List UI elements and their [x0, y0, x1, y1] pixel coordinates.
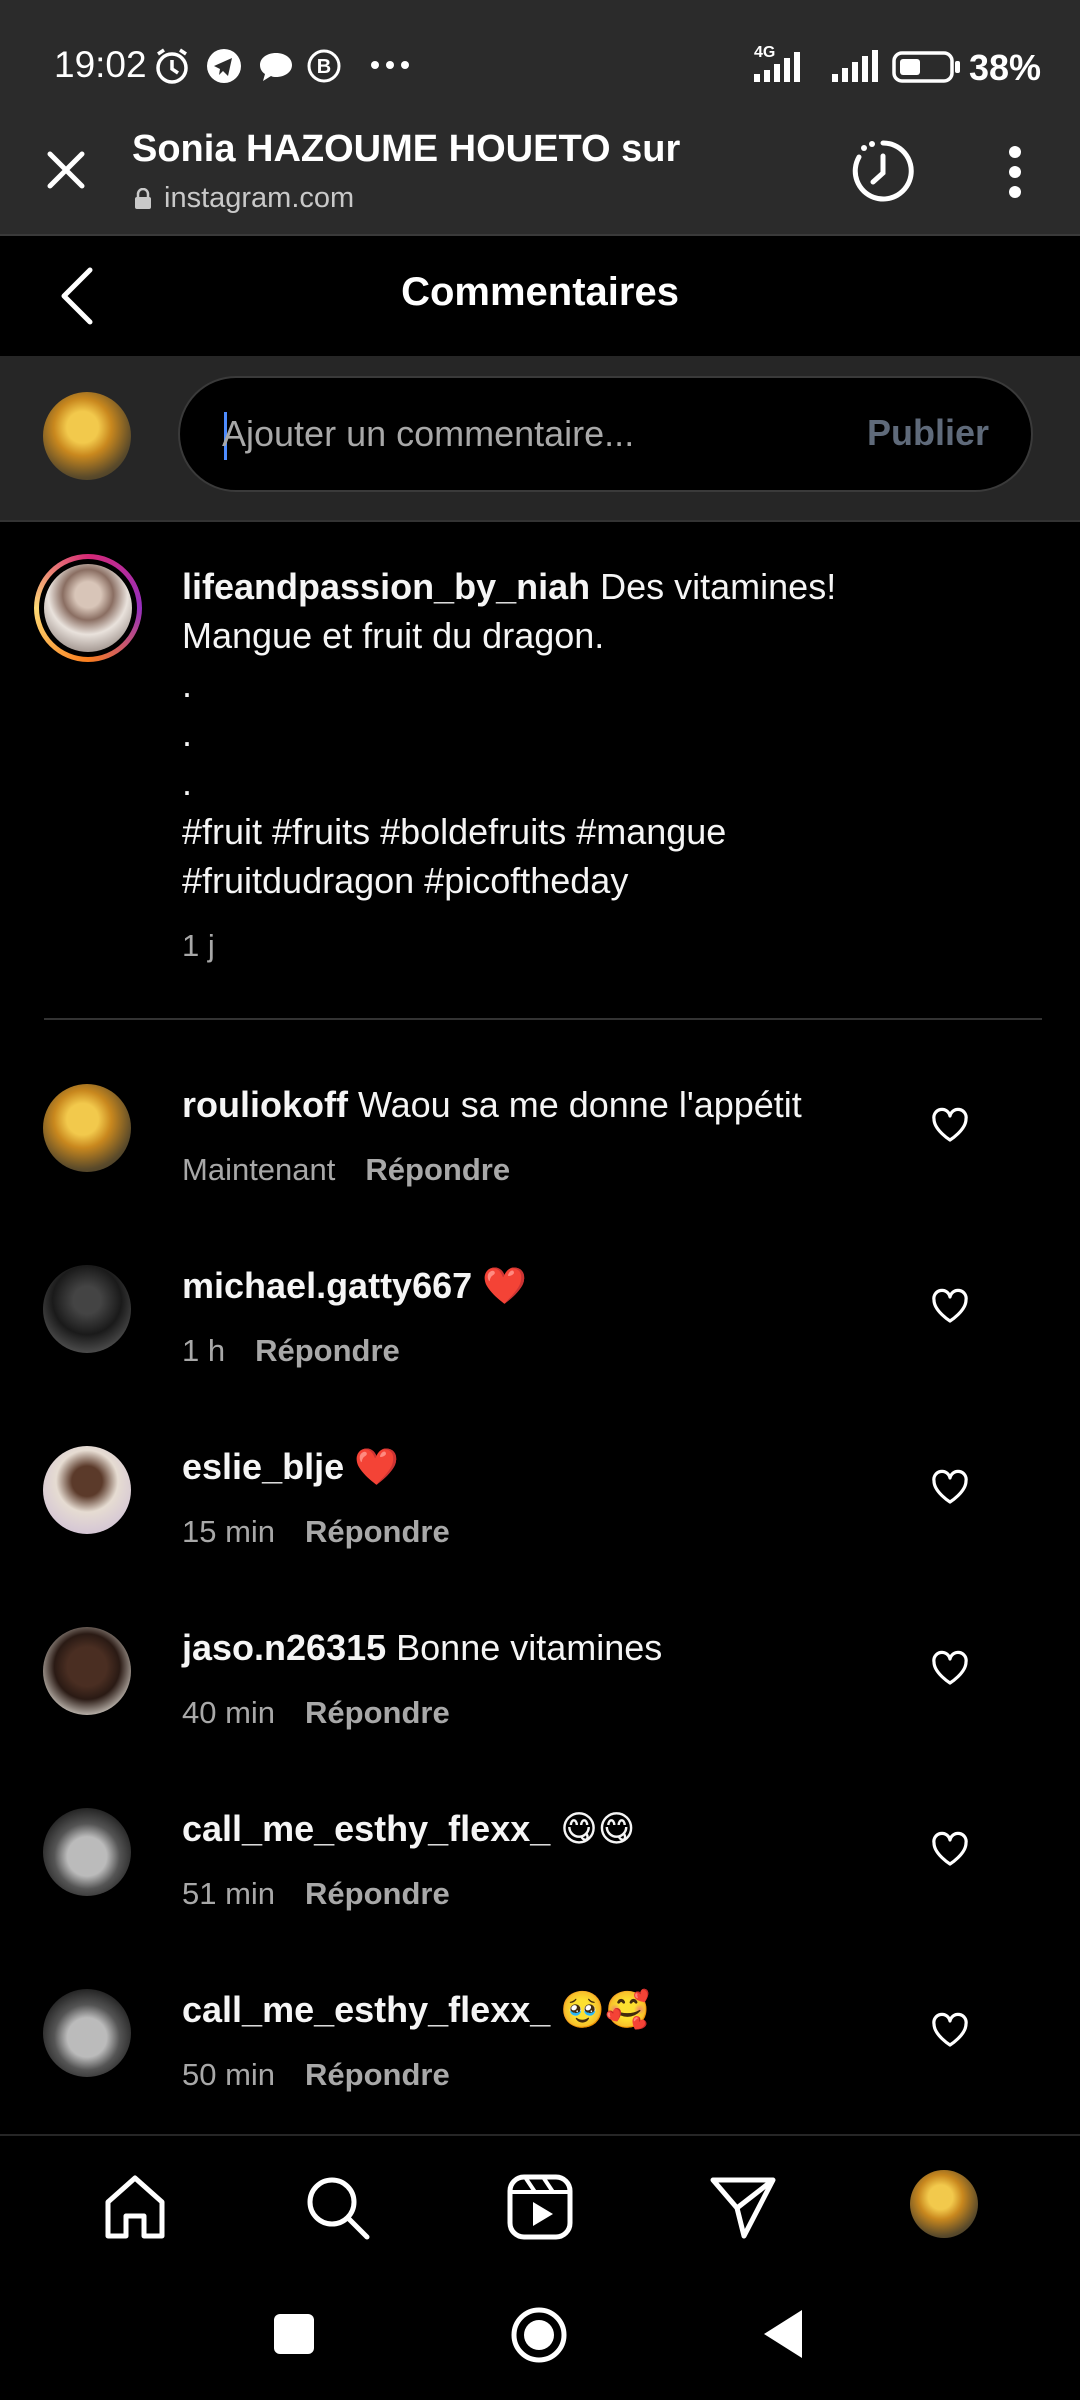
comment-meta: 50 min Répondre	[182, 2057, 450, 2093]
divider	[44, 1018, 1042, 1020]
caption-time: 1 j	[182, 928, 215, 963]
comment-time: 1 h	[182, 1333, 226, 1368]
comment-body: ❤️	[472, 1265, 527, 1306]
comment-username[interactable]: rouliokoff	[182, 1084, 348, 1125]
comment-meta: 15 min Répondre	[182, 1514, 450, 1550]
like-heart-icon[interactable]	[930, 1830, 970, 1868]
comment-body: 🥹🥰	[550, 1989, 650, 2030]
comment-text: rouliokoff Waou sa me donne l'appétit	[182, 1084, 802, 1126]
reply-button[interactable]: Répondre	[305, 1695, 450, 1730]
comment-input-wrapper[interactable]: Publier	[178, 376, 1033, 492]
page-title: Sonia HAZOUME HOUETO sur	[132, 128, 681, 170]
comment-body: Waou sa me donne l'appétit	[347, 1084, 802, 1125]
caption-hashtags[interactable]: #fruit #fruits #boldefruits #mangue #fru…	[182, 811, 726, 901]
like-heart-icon[interactable]	[930, 1468, 970, 1506]
comment-meta: 1 h Répondre	[182, 1333, 400, 1369]
page-url: instagram.com	[164, 182, 355, 214]
reply-button[interactable]: Répondre	[305, 2057, 450, 2092]
reply-button[interactable]: Répondre	[365, 1152, 510, 1187]
more-vert-icon[interactable]	[1000, 142, 1030, 202]
comment-avatar[interactable]	[43, 1627, 131, 1715]
caption-dot: .	[182, 713, 193, 754]
comment-meta: 40 min Répondre	[182, 1695, 450, 1731]
status-time: 19:02	[54, 44, 147, 85]
comment-avatar[interactable]	[43, 1446, 131, 1534]
home-button[interactable]	[510, 2306, 568, 2364]
telegram-icon	[207, 49, 241, 83]
comment-time: 50 min	[182, 2057, 276, 2092]
caption-dot: .	[182, 664, 193, 705]
comment-time: 15 min	[182, 1514, 276, 1549]
recents-button[interactable]	[274, 2314, 314, 2354]
comment-username[interactable]: eslie_blje	[182, 1446, 344, 1487]
search-icon[interactable]	[302, 2172, 372, 2242]
reply-button[interactable]: Répondre	[255, 1333, 400, 1368]
comment-text: call_me_esthy_flexx_ 🥹🥰	[182, 1989, 650, 2031]
comment-text: call_me_esthy_flexx_ 😋😋	[182, 1808, 635, 1850]
comment-item: jaso.n26315 Bonne vitamines 40 min Répond…	[0, 1627, 1080, 1808]
comment-avatar[interactable]	[43, 1808, 131, 1896]
battery-percentage: 38%	[969, 47, 1042, 88]
comment-body: Bonne vitamines	[386, 1627, 663, 1668]
comment-item: eslie_blje ❤️ 15 min Répondre	[0, 1446, 1080, 1627]
more-notifications-icon	[371, 61, 409, 69]
comment-username[interactable]: call_me_esthy_flexx_	[182, 1808, 550, 1849]
like-heart-icon[interactable]	[930, 2011, 970, 2049]
bottom-navigation	[0, 2134, 1080, 2270]
caption-username[interactable]: lifeandpassion_by_niah	[182, 566, 590, 607]
comment-meta: 51 min Répondre	[182, 1876, 450, 1912]
history-icon[interactable]	[850, 138, 916, 204]
reels-icon[interactable]	[505, 2172, 575, 2242]
caption-author-story-ring[interactable]	[34, 554, 142, 662]
comment-time: Maintenant	[182, 1152, 336, 1187]
reply-button[interactable]: Répondre	[305, 1514, 450, 1549]
back-button[interactable]	[762, 2308, 806, 2360]
alarm-icon	[156, 48, 188, 84]
profile-avatar[interactable]	[910, 2170, 978, 2238]
like-heart-icon[interactable]	[930, 1287, 970, 1325]
comment-body: ❤️	[344, 1446, 399, 1487]
caption-dot: .	[182, 762, 193, 803]
comment-text: eslie_blje ❤️	[182, 1446, 399, 1488]
post-caption: lifeandpassion_by_niah Des vitamines! Ma…	[182, 562, 942, 905]
reply-button[interactable]: Répondre	[305, 1876, 450, 1911]
system-navigation-bar	[0, 2268, 1080, 2400]
b-app-icon: B	[307, 49, 341, 83]
direct-message-icon[interactable]	[708, 2172, 778, 2242]
comment-item: michael.gatty667 ❤️ 1 h Répondre	[0, 1265, 1080, 1446]
comment-composer: Publier	[0, 358, 1080, 522]
comment-username[interactable]: call_me_esthy_flexx_	[182, 1989, 550, 2030]
comment-item: call_me_esthy_flexx_ 😋😋 51 min Répondre	[0, 1808, 1080, 1989]
comment-avatar[interactable]	[43, 1084, 131, 1172]
comment-username[interactable]: michael.gatty667	[182, 1265, 472, 1306]
comment-input[interactable]	[220, 408, 824, 460]
chat-bubble-icon	[260, 53, 292, 81]
comment-meta: Maintenant Répondre	[182, 1152, 510, 1188]
comments-header: Commentaires	[0, 236, 1080, 358]
comment-text: jaso.n26315 Bonne vitamines	[182, 1627, 662, 1669]
publish-button[interactable]: Publier	[867, 412, 989, 454]
battery-icon	[892, 51, 960, 83]
custom-tab-bar: Sonia HAZOUME HOUETO sur instagram.com	[0, 124, 1080, 236]
comment-item: rouliokoff Waou sa me donne l'appétit Ma…	[0, 1084, 1080, 1265]
current-user-avatar[interactable]	[43, 392, 131, 480]
status-bar: 19:02 B 4G 38%	[0, 0, 1080, 124]
like-heart-icon[interactable]	[930, 1649, 970, 1687]
caption-author-avatar[interactable]	[44, 564, 132, 652]
comment-avatar[interactable]	[43, 1989, 131, 2077]
svg-text:B: B	[317, 56, 331, 78]
comment-time: 51 min	[182, 1876, 276, 1911]
like-heart-icon[interactable]	[930, 1106, 970, 1144]
comment-username[interactable]: jaso.n26315	[182, 1627, 386, 1668]
lock-icon	[135, 188, 151, 209]
signal-4g-icon	[754, 52, 800, 82]
signal-icon	[832, 50, 878, 82]
comment-text: michael.gatty667 ❤️	[182, 1265, 527, 1307]
comment-avatar[interactable]	[43, 1265, 131, 1353]
header-title: Commentaires	[401, 270, 679, 314]
home-icon[interactable]	[100, 2172, 170, 2242]
comment-time: 40 min	[182, 1695, 276, 1730]
tab-title-block: Sonia HAZOUME HOUETO sur instagram.com	[0, 124, 700, 234]
comment-body: 😋😋	[550, 1808, 636, 1849]
